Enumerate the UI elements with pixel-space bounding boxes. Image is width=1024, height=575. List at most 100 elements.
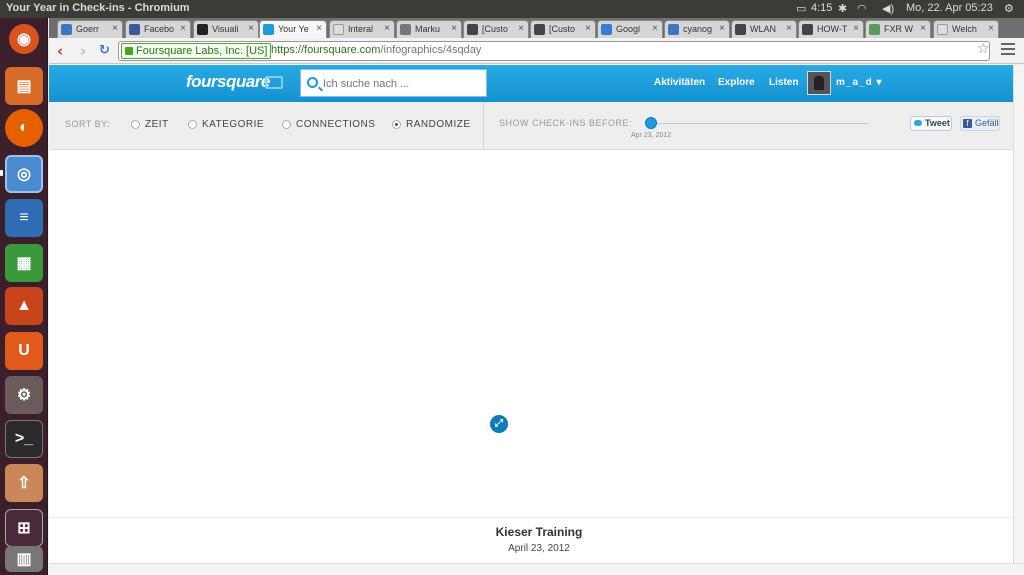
vertical-scrollbar[interactable] <box>1013 65 1024 563</box>
tab-google[interactable]: Googl × <box>597 20 663 38</box>
close-icon[interactable]: × <box>112 23 118 34</box>
bluetooth-icon[interactable]: ✱ <box>838 2 847 15</box>
tab-marku[interactable]: Marku × <box>396 20 462 38</box>
sort-option-zeit[interactable]: ZEIT <box>131 119 169 130</box>
close-icon[interactable]: × <box>786 23 792 34</box>
tab-facebook[interactable]: Facebo × <box>125 20 191 38</box>
radio-icon[interactable] <box>188 120 197 129</box>
tab-custom-1[interactable]: [Custo × <box>463 20 529 38</box>
slider-date: Apr 23, 2012 <box>631 132 672 139</box>
battery-icon[interactable]: ▭ <box>796 2 806 15</box>
bookmark-star-icon[interactable]: ☆ <box>977 41 990 57</box>
page-icon <box>937 24 948 35</box>
back-icon[interactable]: ‹ <box>57 42 63 60</box>
omnibox[interactable]: Foursquare Labs, Inc. [US] https://fours… <box>118 41 990 61</box>
tweet-button[interactable]: Tweet <box>910 116 952 131</box>
tab-label: WLAN <box>750 24 777 34</box>
horizontal-scrollbar[interactable] <box>49 563 1024 575</box>
update-icon[interactable]: ⇧ <box>5 464 43 502</box>
volume-icon[interactable]: ◀) <box>882 2 894 15</box>
url-path: /infographics/4sqday <box>380 44 482 56</box>
radio-icon[interactable] <box>131 120 140 129</box>
close-icon[interactable]: × <box>384 23 390 34</box>
facebook-icon <box>129 24 140 35</box>
tab-goerr[interactable]: Goerr × <box>57 20 123 38</box>
nav-listen[interactable]: Listen <box>769 77 798 88</box>
close-icon[interactable]: × <box>920 23 926 34</box>
tab-fxr[interactable]: FXR W × <box>865 20 931 38</box>
date-slider-track[interactable] <box>647 123 869 124</box>
date-slider-handle[interactable] <box>645 117 657 129</box>
nav-explore[interactable]: Explore <box>718 77 755 88</box>
browser-toolbar: ‹ › ↻ Foursquare Labs, Inc. [US] https:/… <box>49 38 1024 64</box>
logo-badge-icon <box>265 76 283 89</box>
sort-option-kategorie[interactable]: KATEGORIE <box>188 119 264 130</box>
settings-icon[interactable]: ⚙ <box>5 376 43 414</box>
trash-icon[interactable]: ▥ <box>5 546 43 572</box>
tab-label: Marku <box>415 24 441 34</box>
unity-launcher: ◉ ▤ ◐ ◎ ≡ ▦ ▲ U ⚙ >_ ⇧ ⊞ ▥ <box>0 18 48 575</box>
facebook-like-button[interactable]: f Gefällt <box>960 116 1000 131</box>
close-icon[interactable]: × <box>180 23 186 34</box>
divider <box>483 102 484 150</box>
ev-certificate-badge[interactable]: Foursquare Labs, Inc. [US] <box>121 43 272 59</box>
wifi-icon[interactable]: ◠ <box>857 2 867 15</box>
url-text: https://foursquare.com/infographics/4sqd… <box>271 44 481 56</box>
radio-selected-icon[interactable] <box>392 120 401 129</box>
tab-visuali[interactable]: Visuali × <box>193 20 259 38</box>
tab-interal[interactable]: Interal × <box>329 20 395 38</box>
close-icon[interactable]: × <box>853 23 859 34</box>
android-icon <box>735 24 746 35</box>
calendar-icon <box>601 24 612 35</box>
user-menu[interactable]: m_a_d ▾ <box>836 77 882 88</box>
tab-welch[interactable]: Welch × <box>933 20 999 38</box>
lock-icon <box>125 47 133 55</box>
tab-howto[interactable]: HOW-T × <box>798 20 864 38</box>
close-icon[interactable]: × <box>518 23 524 34</box>
divider <box>49 517 1013 518</box>
android-icon <box>467 24 478 35</box>
tab-custom-2[interactable]: [Custo × <box>530 20 596 38</box>
datetime[interactable]: Mo, 22. Apr 05:23 <box>906 2 993 14</box>
workspaces-icon[interactable]: ⊞ <box>5 509 43 547</box>
page-icon <box>333 24 344 35</box>
chromium-icon[interactable]: ◎ <box>5 155 43 193</box>
close-icon[interactable]: × <box>585 23 591 34</box>
terminal-icon[interactable]: >_ <box>5 420 43 458</box>
close-icon[interactable]: × <box>316 23 322 34</box>
search-box[interactable] <box>300 69 487 97</box>
tab-your-year[interactable]: Your Ye × <box>259 20 327 38</box>
search-input[interactable] <box>323 75 483 92</box>
close-icon[interactable]: × <box>248 23 254 34</box>
files-icon[interactable]: ▤ <box>5 67 43 105</box>
foursquare-logo[interactable]: foursquare <box>186 72 270 92</box>
close-icon[interactable]: × <box>719 23 725 34</box>
software-center-icon[interactable]: ▲ <box>5 287 43 325</box>
close-icon[interactable]: × <box>451 23 457 34</box>
calc-icon[interactable]: ▦ <box>5 244 43 282</box>
radio-icon[interactable] <box>282 120 291 129</box>
firefox-icon[interactable]: ◐ <box>5 109 43 147</box>
close-icon[interactable]: × <box>652 23 658 34</box>
close-icon[interactable]: × <box>988 23 994 34</box>
tab-cyanogen[interactable]: cyanog × <box>664 20 730 38</box>
ubuntu-one-icon[interactable]: U <box>5 332 43 370</box>
reload-icon[interactable]: ↻ <box>99 43 110 58</box>
ubuntu-dash-icon[interactable]: ◉ <box>9 24 39 54</box>
url-host: https://foursquare.com <box>271 44 381 56</box>
avatar[interactable] <box>807 71 831 95</box>
expand-icon[interactable]: ⤢ <box>490 415 508 433</box>
power-gear-icon[interactable]: ⚙ <box>1004 2 1014 15</box>
clock-time[interactable]: 4:15 <box>811 2 832 14</box>
menu-icon[interactable] <box>1001 43 1015 57</box>
sort-option-connections[interactable]: CONNECTIONS <box>282 119 375 130</box>
tab-label: Interal <box>348 24 374 34</box>
tab-label: Visuali <box>212 24 239 34</box>
forward-icon[interactable]: › <box>80 42 86 60</box>
tab-wlan[interactable]: WLAN × <box>731 20 797 38</box>
nav-aktivitaeten[interactable]: Aktivitäten <box>654 77 705 88</box>
foursquare-header: foursquare Aktivitäten Explore Listen m_… <box>49 65 1013 102</box>
writer-icon[interactable]: ≡ <box>5 199 43 237</box>
show-checkins-label: SHOW CHECK-INS BEFORE: <box>499 118 633 128</box>
sort-option-randomize[interactable]: RANDOMIZE <box>392 119 471 130</box>
